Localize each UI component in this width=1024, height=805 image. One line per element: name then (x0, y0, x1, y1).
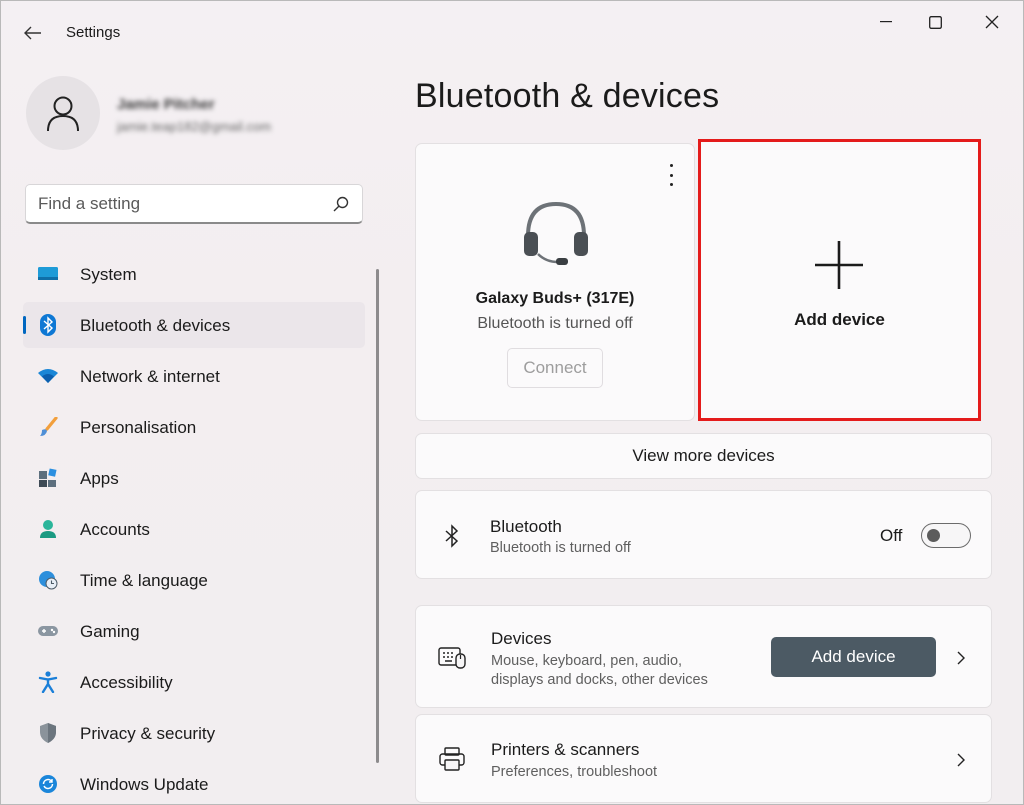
sidebar-item-label: Gaming (80, 622, 140, 641)
close-icon (985, 15, 999, 29)
search-input[interactable] (38, 194, 328, 214)
sidebar-item-bluetooth-devices[interactable]: Bluetooth & devices (23, 302, 365, 348)
printers-row[interactable]: Printers & scanners Preferences, trouble… (415, 714, 992, 803)
sidebar-item-windows-update[interactable]: Windows Update (23, 761, 365, 804)
chevron-right-icon[interactable] (954, 650, 968, 666)
accessibility-icon (37, 671, 59, 693)
devices-subtitle-line1: Mouse, keyboard, pen, audio, (491, 653, 683, 669)
sidebar-item-system[interactable]: System (23, 251, 365, 297)
sidebar-scrollbar[interactable] (376, 269, 379, 763)
sidebar-item-label: Accounts (80, 520, 150, 539)
bluetooth-subtitle: Bluetooth is turned off (490, 540, 631, 556)
active-indicator (23, 316, 26, 334)
printers-subtitle: Preferences, troubleshoot (491, 764, 658, 780)
person-icon (47, 96, 79, 132)
sidebar-item-network[interactable]: Network & internet (23, 353, 365, 399)
sidebar-item-accessibility[interactable]: Accessibility (23, 659, 365, 705)
more-dot (669, 164, 673, 167)
devices-title: Devices (491, 629, 552, 648)
page-title: Bluetooth & devices (415, 77, 720, 115)
person-icon (37, 518, 59, 540)
sidebar-item-label: Time & language (80, 571, 208, 590)
title-bar: Settings (1, 1, 1023, 61)
chevron-right-icon[interactable] (954, 752, 968, 768)
brush-icon (37, 416, 59, 438)
printers-title: Printers & scanners (491, 740, 640, 759)
keyboard-devices-icon (438, 643, 466, 671)
sidebar-item-privacy-security[interactable]: Privacy & security (23, 710, 365, 756)
view-more-label: View more devices (632, 446, 775, 465)
user-name: Jamie Pitcher (117, 96, 215, 113)
close-button[interactable] (969, 7, 1015, 37)
sidebar-item-label: Apps (80, 469, 119, 488)
wifi-icon (37, 365, 59, 387)
settings-window: Settings Jamie Pitcher jamie.teap182@gma… (0, 0, 1024, 805)
printer-icon (438, 745, 466, 773)
device-name: Galaxy Buds+ (317E) (475, 290, 635, 307)
bluetooth-icon (37, 314, 59, 336)
connect-button[interactable]: Connect (507, 348, 603, 388)
devices-subtitle-line2: displays and docks, other devices (491, 672, 708, 688)
avatar[interactable] (26, 76, 100, 150)
add-device-card-content: Add device (701, 142, 978, 418)
sidebar-item-label: System (80, 265, 137, 284)
toggle-knob (927, 529, 940, 542)
bluetooth-toggle[interactable] (921, 523, 971, 548)
device-card: Galaxy Buds+ (317E) Bluetooth is turned … (415, 143, 695, 421)
shield-icon (37, 722, 59, 744)
devices-row[interactable]: Devices Mouse, keyboard, pen, audio, dis… (415, 605, 992, 708)
update-icon (37, 773, 59, 795)
monitor-icon (37, 263, 59, 285)
search-box[interactable] (25, 184, 363, 224)
add-device-card[interactable]: Add device (698, 139, 981, 421)
sidebar-item-time-language[interactable]: Time & language (23, 557, 365, 603)
bluetooth-toggle-state: Off (880, 526, 903, 545)
sidebar-item-label: Windows Update (80, 775, 209, 794)
maximize-button[interactable] (912, 7, 958, 37)
more-dot (669, 173, 673, 177)
apps-icon (37, 467, 59, 489)
sidebar-item-label: Accessibility (80, 673, 173, 692)
sidebar-item-label: Bluetooth & devices (80, 316, 231, 335)
sidebar-nav: System Bluetooth & devices Network & int… (23, 251, 365, 804)
sidebar-item-accounts[interactable]: Accounts (23, 506, 365, 552)
back-arrow-icon (24, 26, 41, 40)
bluetooth-title: Bluetooth (490, 517, 562, 536)
app-title: Settings (66, 24, 121, 41)
globe-clock-icon (37, 569, 59, 591)
sidebar-item-apps[interactable]: Apps (23, 455, 365, 501)
more-options-button[interactable] (664, 164, 678, 186)
minimize-icon (880, 21, 892, 23)
more-dot (669, 183, 673, 186)
add-device-label: Add device (794, 310, 885, 329)
user-email: jamie.teap182@gmail.com (117, 119, 272, 134)
sidebar-item-label: Privacy & security (80, 724, 216, 743)
back-button[interactable] (19, 19, 47, 47)
bluetooth-row: Bluetooth Bluetooth is turned off Off (415, 490, 992, 579)
add-device-button[interactable]: Add device (771, 637, 936, 677)
sidebar-item-label: Personalisation (80, 418, 197, 437)
sidebar-item-personalisation[interactable]: Personalisation (23, 404, 365, 450)
view-more-devices-button[interactable]: View more devices (415, 433, 992, 479)
plus-icon (815, 241, 863, 289)
bluetooth-icon (438, 522, 466, 550)
search-icon[interactable] (332, 195, 350, 213)
maximize-icon (928, 15, 942, 29)
sidebar-item-label: Network & internet (80, 367, 220, 386)
device-status: Bluetooth is turned off (477, 315, 633, 332)
minimize-button[interactable] (863, 7, 909, 37)
gamepad-icon (37, 620, 59, 642)
headset-icon (524, 201, 588, 265)
sidebar-item-gaming[interactable]: Gaming (23, 608, 365, 654)
